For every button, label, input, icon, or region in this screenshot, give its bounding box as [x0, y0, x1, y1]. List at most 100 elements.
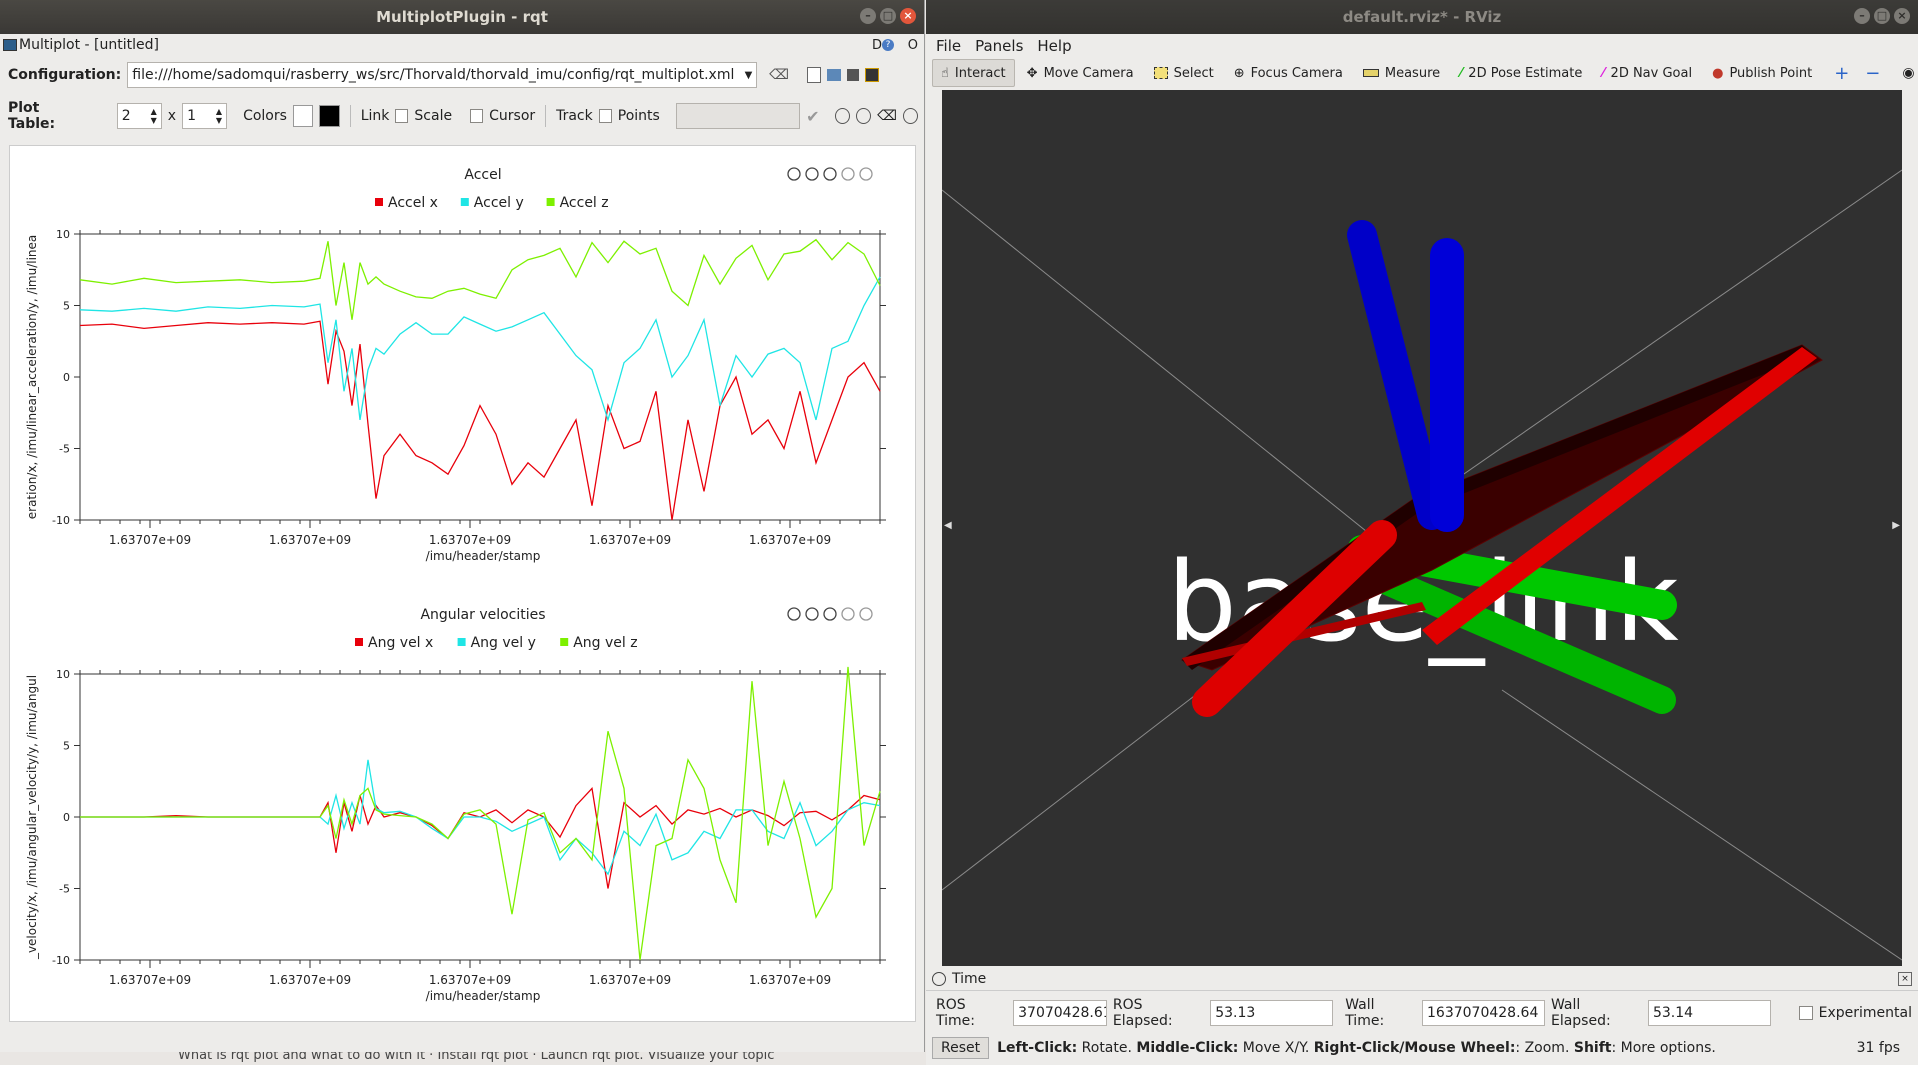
minimize-icon[interactable]: – — [860, 8, 876, 24]
x-separator: x — [167, 108, 177, 124]
background-color-swatch[interactable] — [292, 105, 314, 127]
map-pin-icon: ● — [1712, 65, 1724, 81]
plugin-title: Multiplot - [untitled] — [19, 37, 159, 53]
ros-elapsed-label: ROS Elapsed: — [1112, 997, 1173, 1029]
ruler-icon — [1362, 69, 1379, 77]
menu-panels[interactable]: Panels — [975, 37, 1023, 55]
view-options-icon[interactable]: ◉ — [1902, 65, 1914, 81]
spin-arrows-icon[interactable]: ▲ ▼ — [151, 107, 157, 125]
zoom-plot-icon[interactable] — [859, 167, 873, 181]
ros-elapsed-field[interactable]: 53.13 — [1210, 1000, 1334, 1026]
tool-focus-camera[interactable]: ⊕ Focus Camera — [1226, 60, 1351, 86]
legend-label: Ang vel z — [573, 635, 637, 651]
legend-swatch — [560, 638, 569, 646]
experimental-checkbox[interactable] — [1798, 1006, 1813, 1020]
foreground-color-swatch[interactable] — [319, 105, 340, 127]
cols-spinbox[interactable]: 1 ▲ ▼ — [182, 103, 228, 129]
wall-elapsed-label: Wall Elapsed: — [1550, 997, 1611, 1029]
settings-plot-icon[interactable] — [841, 167, 855, 181]
tool-select[interactable]: Select — [1146, 60, 1222, 86]
clock-icon — [932, 972, 946, 986]
reset-button[interactable]: Reset — [932, 1037, 990, 1059]
time-panel-header: Time × — [926, 968, 1918, 991]
rviz-window-title: default.rviz* - RViz — [1342, 8, 1502, 26]
collapse-right-icon[interactable]: ▶ — [1892, 520, 1900, 531]
plot-search-input[interactable] — [675, 103, 801, 129]
x-tick-label: 1.63707e+09 — [589, 533, 671, 547]
config-path-combo[interactable]: file:///home/sadomqui/rasberry_ws/src/Th… — [127, 62, 758, 88]
spin-arrows-icon[interactable]: ▲ ▼ — [216, 107, 222, 125]
legend-swatch — [546, 198, 555, 206]
menu-file[interactable]: File — [936, 37, 961, 55]
add-tool-icon[interactable]: + — [1834, 63, 1849, 84]
export-plot-icon[interactable] — [823, 607, 837, 621]
minimize-icon[interactable]: – — [1854, 8, 1870, 24]
save-as-config-icon[interactable] — [865, 68, 880, 82]
x-tick-label: 1.63707e+09 — [109, 533, 191, 547]
y-tick-label: -10 — [52, 954, 70, 967]
plots-svg: Accel Accel x Accel y Accel z 10 5 0 -5 -10 1.637… — [25, 167, 886, 1003]
plugin-options-label[interactable]: O — [908, 38, 918, 53]
x-axis-label: /imu/header/stamp — [426, 989, 541, 1003]
configuration-row: Configuration: file:///home/sadomqui/ras… — [8, 62, 918, 88]
x-tick-label: 1.63707e+09 — [109, 973, 191, 987]
chart-title: Angular velocities — [420, 607, 545, 623]
export-all-icon[interactable] — [903, 108, 918, 124]
tool-publish-point[interactable]: ● Publish Point — [1704, 60, 1820, 86]
menu-help[interactable]: Help — [1037, 37, 1071, 55]
checkmark-icon[interactable]: ✔ — [806, 107, 819, 126]
points-checkbox[interactable] — [598, 109, 612, 123]
tool-move-camera[interactable]: ✥ Move Camera — [1019, 60, 1142, 86]
rviz-3d-viewport[interactable]: base_link ◀ ▶ — [942, 90, 1902, 966]
y-tick-label: -10 — [52, 514, 70, 527]
rows-spinbox[interactable]: 2 ▲ ▼ — [116, 103, 162, 129]
settings-plot-icon[interactable] — [841, 607, 855, 621]
pause-plot-icon[interactable] — [787, 607, 801, 621]
grid-line — [942, 189, 1403, 561]
y-tick-label: -5 — [59, 443, 70, 456]
x-tick-label: 1.63707e+09 — [749, 973, 831, 987]
wall-elapsed-field[interactable]: 53.14 — [1647, 1000, 1771, 1026]
save-config-icon[interactable] — [847, 69, 860, 81]
new-config-icon[interactable] — [807, 67, 822, 83]
pause-plot-icon[interactable] — [787, 167, 801, 181]
maximize-icon[interactable]: □ — [1874, 8, 1890, 24]
open-config-icon[interactable] — [827, 69, 842, 81]
scale-label: Scale — [414, 108, 453, 124]
legend-label: Ang vel y — [471, 635, 536, 651]
ros-time-field[interactable]: 37070428.61 — [1013, 1000, 1107, 1026]
tool-2d-nav-goal[interactable]: ⁄ 2D Nav Goal — [1594, 60, 1700, 86]
track-label: Track — [556, 108, 593, 124]
close-icon[interactable]: × — [1894, 8, 1910, 24]
link-checkbox[interactable] — [395, 109, 409, 123]
fps-label: 31 fps — [1856, 1040, 1900, 1056]
close-panel-icon[interactable]: × — [1898, 972, 1912, 986]
wall-time-field[interactable]: 1637070428.64 — [1422, 1000, 1545, 1026]
experimental-label: Experimental — [1818, 1005, 1912, 1021]
tool-2d-pose-estimate[interactable]: ⁄ 2D Pose Estimate — [1452, 60, 1590, 86]
run-all-icon[interactable] — [835, 108, 851, 124]
clear-config-icon[interactable]: ⌫ — [769, 67, 789, 83]
cursor-checkbox[interactable] — [470, 109, 484, 123]
clear-plot-icon[interactable] — [805, 167, 819, 181]
tool-measure[interactable]: Measure — [1355, 60, 1448, 86]
clear-plot-icon[interactable] — [805, 607, 819, 621]
export-plot-icon[interactable] — [823, 167, 837, 181]
remove-tool-icon[interactable]: − — [1865, 63, 1880, 84]
series-line-1 — [79, 320, 881, 521]
maximize-icon[interactable]: □ — [880, 8, 896, 24]
collapse-left-icon[interactable]: ◀ — [944, 520, 952, 531]
close-icon[interactable]: × — [900, 8, 916, 24]
zoom-plot-icon[interactable] — [859, 607, 873, 621]
link-label: Link — [360, 108, 390, 124]
chevron-down-icon[interactable]: ▼ — [745, 70, 753, 81]
config-label: Configuration: — [8, 67, 122, 83]
plugin-dock-label[interactable]: D — [872, 38, 882, 53]
tool-interact[interactable]: ☝ Interact — [932, 59, 1015, 87]
pause-all-icon[interactable] — [856, 108, 872, 124]
clear-all-icon[interactable]: ⌫ — [877, 108, 897, 124]
rqt-window: MultiplotPlugin - rqt – □ × Multiplot - … — [0, 0, 925, 1052]
colors-label: Colors — [243, 108, 287, 124]
y-tick-label: 5 — [63, 740, 70, 753]
help-icon[interactable]: ? — [882, 39, 894, 51]
